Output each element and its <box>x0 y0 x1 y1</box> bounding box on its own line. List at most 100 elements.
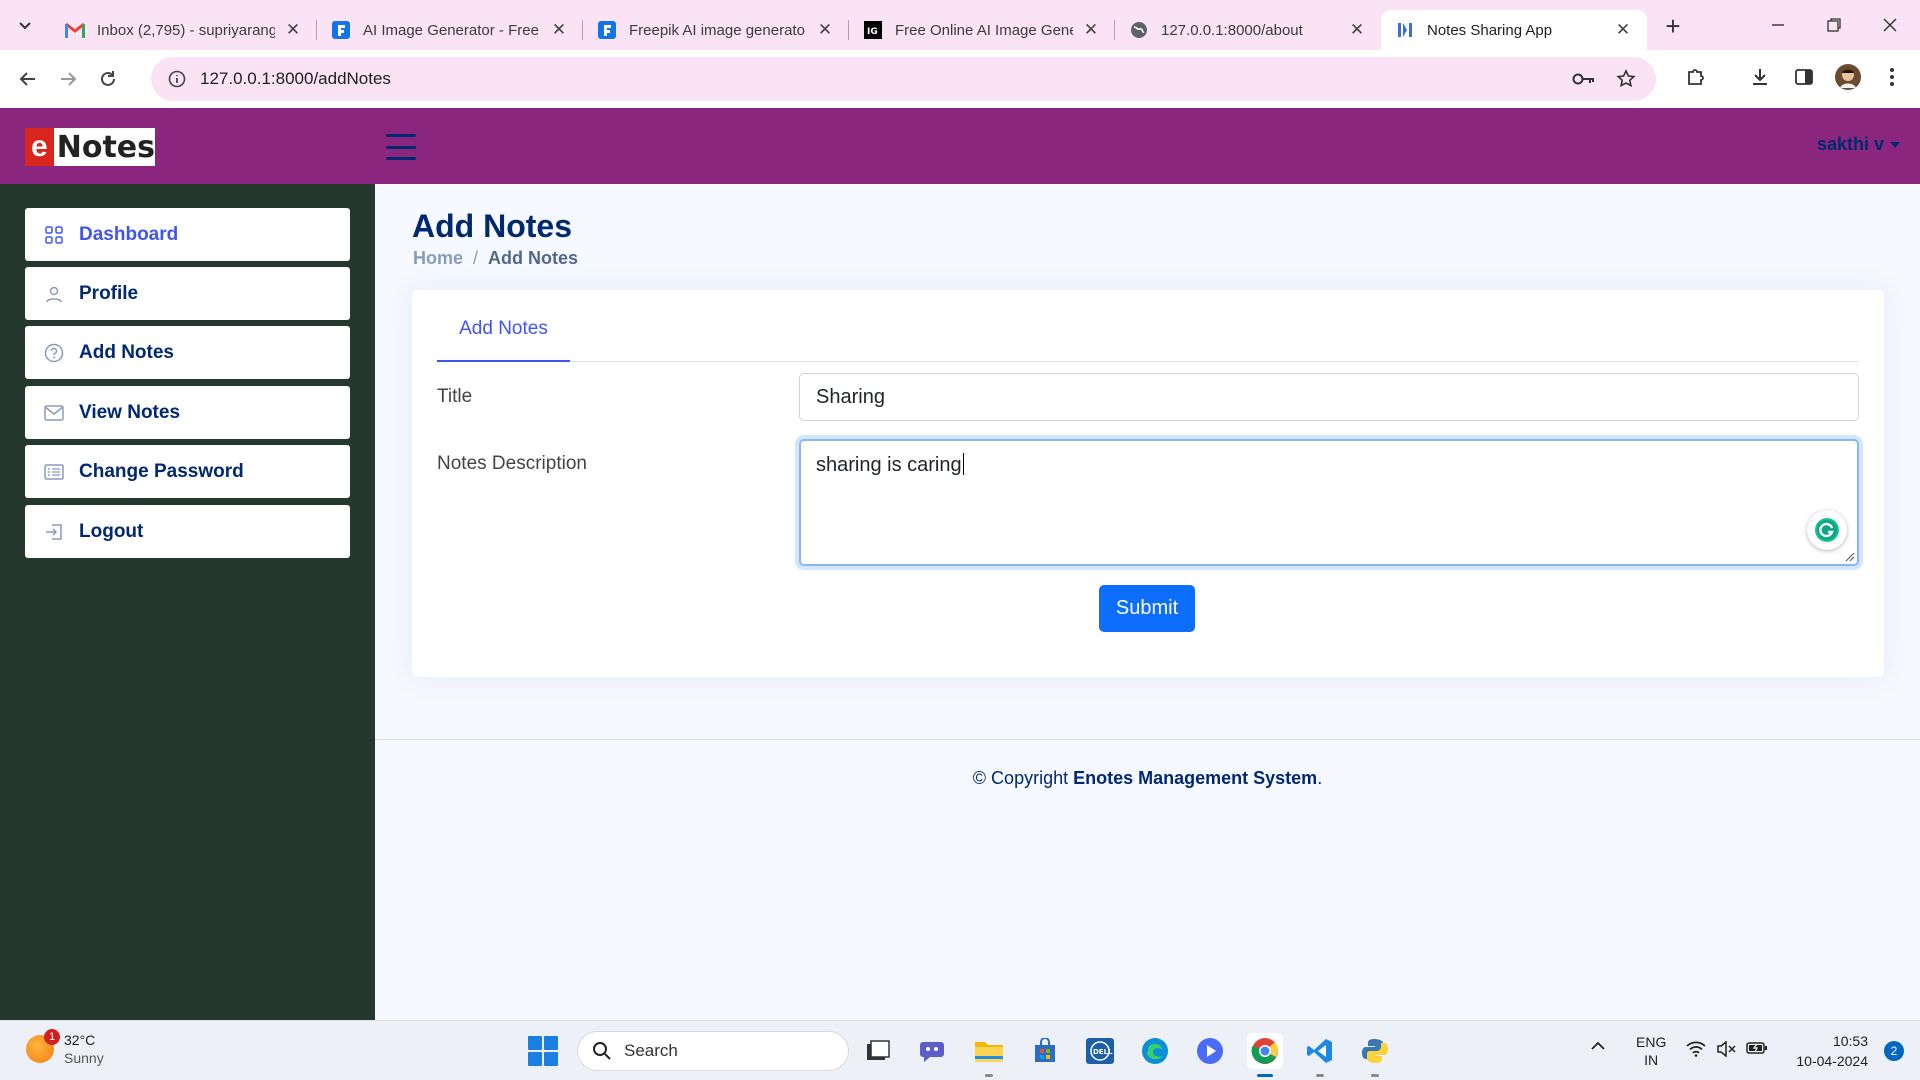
taskbar-search-placeholder: Search <box>624 1041 678 1060</box>
hamburger-menu-icon[interactable] <box>386 134 416 160</box>
close-window-button[interactable] <box>1862 0 1918 50</box>
battery-charging-icon[interactable] <box>1746 1041 1768 1058</box>
bookmark-star-button[interactable] <box>1608 61 1644 97</box>
show-hidden-icons-button[interactable] <box>1590 1039 1606 1055</box>
arrow-right-icon <box>61 72 77 86</box>
password-key-button[interactable] <box>1566 61 1602 97</box>
side-panel-icon <box>1795 69 1813 85</box>
close-icon[interactable]: ✕ <box>1347 20 1367 40</box>
sidebar-item-dashboard[interactable]: Dashboard <box>25 208 350 261</box>
caret-down-icon <box>1890 141 1900 148</box>
browser-tab-freepik[interactable]: Freepik AI image generato ✕ <box>583 10 849 50</box>
edge-browser-icon[interactable] <box>1137 1033 1173 1069</box>
sidebar-item-add-notes[interactable]: Add Notes <box>25 326 350 379</box>
app-header: e Notes sakthi v <box>0 108 1920 184</box>
language-code: ENG <box>1636 1034 1667 1050</box>
title-input-value: Sharing <box>816 385 885 408</box>
windows-start-icon[interactable] <box>528 1036 558 1066</box>
avatar-icon <box>1835 64 1861 90</box>
media-player-icon[interactable] <box>1192 1033 1228 1069</box>
sidebar-item-logout[interactable]: Logout <box>25 505 350 558</box>
copyright-prefix: © Copyright <box>972 768 1074 788</box>
card-list-icon <box>43 461 65 483</box>
info-icon <box>168 70 186 88</box>
close-icon[interactable]: ✕ <box>1081 20 1101 40</box>
file-explorer-icon[interactable] <box>971 1033 1007 1077</box>
browser-tab-gmail[interactable]: Inbox (2,795) - supriyarang ✕ <box>51 10 317 50</box>
freepik-icon <box>331 20 351 40</box>
close-icon[interactable]: ✕ <box>1613 20 1633 40</box>
reload-icon <box>101 71 115 86</box>
taskbar-search[interactable]: Search <box>577 1031 849 1071</box>
app-logo[interactable]: e Notes <box>25 128 155 166</box>
sidebar-item-label: Change Password <box>79 460 244 482</box>
person-icon <box>43 283 65 305</box>
notification-badge[interactable]: 2 <box>1884 1041 1904 1061</box>
chrome-icon[interactable] <box>1247 1033 1283 1077</box>
dell-icon[interactable]: DELL <box>1082 1033 1118 1069</box>
sidebar-item-profile[interactable]: Profile <box>25 267 350 320</box>
description-value: sharing is caring <box>816 454 962 476</box>
language-indicator[interactable]: ENG IN <box>1636 1033 1666 1069</box>
grid-icon <box>43 224 65 246</box>
sidebar-item-change-password[interactable]: Change Password <box>25 445 350 498</box>
more-vertical-icon <box>1890 68 1894 86</box>
task-view-icon[interactable] <box>860 1033 896 1069</box>
submit-button[interactable]: Submit <box>1099 585 1195 632</box>
description-textarea[interactable]: sharing is caring <box>799 439 1859 566</box>
browser-tab-free-online-ai[interactable]: IG Free Online AI Image Gene ✕ <box>849 10 1115 50</box>
close-icon[interactable]: ✕ <box>549 20 569 40</box>
close-icon[interactable]: ✕ <box>815 20 835 40</box>
user-dropdown[interactable]: sakthi v <box>1817 134 1900 155</box>
python-idle-icon[interactable] <box>1357 1033 1393 1077</box>
browser-tab-ai-image-generator[interactable]: AI Image Generator - Free ✕ <box>317 10 583 50</box>
reload-button[interactable] <box>88 59 128 99</box>
teams-chat-icon[interactable] <box>915 1033 951 1069</box>
sun-icon: 1 <box>26 1029 60 1063</box>
volume-muted-icon[interactable] <box>1716 1040 1736 1060</box>
side-panel-button[interactable] <box>1786 59 1822 95</box>
grammarly-icon[interactable] <box>1807 510 1847 550</box>
close-icon <box>1883 18 1897 32</box>
browser-tab-notes-sharing-app[interactable]: Notes Sharing App ✕ <box>1381 10 1647 50</box>
extensions-button[interactable] <box>1678 59 1714 95</box>
chevron-up-icon <box>1591 1041 1605 1050</box>
gmail-icon <box>65 20 85 40</box>
weather-widget[interactable]: 1 32°C Sunny <box>26 1029 104 1067</box>
tab-title: Freepik AI image generato <box>629 21 805 39</box>
new-tab-button[interactable]: + <box>1655 8 1691 44</box>
breadcrumb-current: Add Notes <box>488 248 579 268</box>
profile-avatar-button[interactable] <box>1830 59 1866 95</box>
taskbar-clock[interactable]: 10:53 10-04-2024 <box>1796 1031 1868 1071</box>
svg-text:IG: IG <box>867 27 878 37</box>
tab-title: Free Online AI Image Gene <box>895 21 1073 39</box>
title-input[interactable]: Sharing <box>799 373 1859 421</box>
tab-add-notes[interactable]: Add Notes <box>437 318 570 362</box>
resize-grip-icon[interactable] <box>1845 552 1855 562</box>
card-tab-bar: Add Notes <box>437 290 1859 362</box>
restore-button[interactable] <box>1806 0 1862 50</box>
search-icon <box>593 1042 611 1060</box>
back-button[interactable] <box>8 59 48 99</box>
forward-button[interactable] <box>48 59 88 99</box>
microsoft-store-icon[interactable] <box>1027 1033 1063 1069</box>
puzzle-icon <box>1688 69 1704 85</box>
os-taskbar: 1 32°C Sunny Search DELL ENG IN 10:53 10… <box>0 1020 1920 1080</box>
wifi-icon[interactable] <box>1686 1041 1706 1060</box>
globe-icon <box>1129 20 1149 40</box>
browser-tab-about[interactable]: 127.0.0.1:8000/about ✕ <box>1115 10 1381 50</box>
copyright-suffix: . <box>1317 768 1323 788</box>
tab-search-button[interactable] <box>7 7 43 43</box>
star-icon <box>1616 69 1636 88</box>
sidebar-item-label: Profile <box>79 282 139 304</box>
browser-menu-button[interactable] <box>1874 59 1910 95</box>
address-bar[interactable]: 127.0.0.1:8000/addNotes <box>151 57 1656 101</box>
vscode-icon[interactable] <box>1302 1033 1338 1077</box>
breadcrumb-home-link[interactable]: Home <box>413 248 463 269</box>
close-icon[interactable]: ✕ <box>283 20 303 40</box>
minimize-button[interactable] <box>1750 0 1806 50</box>
download-icon <box>1753 69 1767 85</box>
site-info-button[interactable] <box>157 59 197 99</box>
downloads-button[interactable] <box>1742 59 1778 95</box>
sidebar-item-view-notes[interactable]: View Notes <box>25 386 350 439</box>
